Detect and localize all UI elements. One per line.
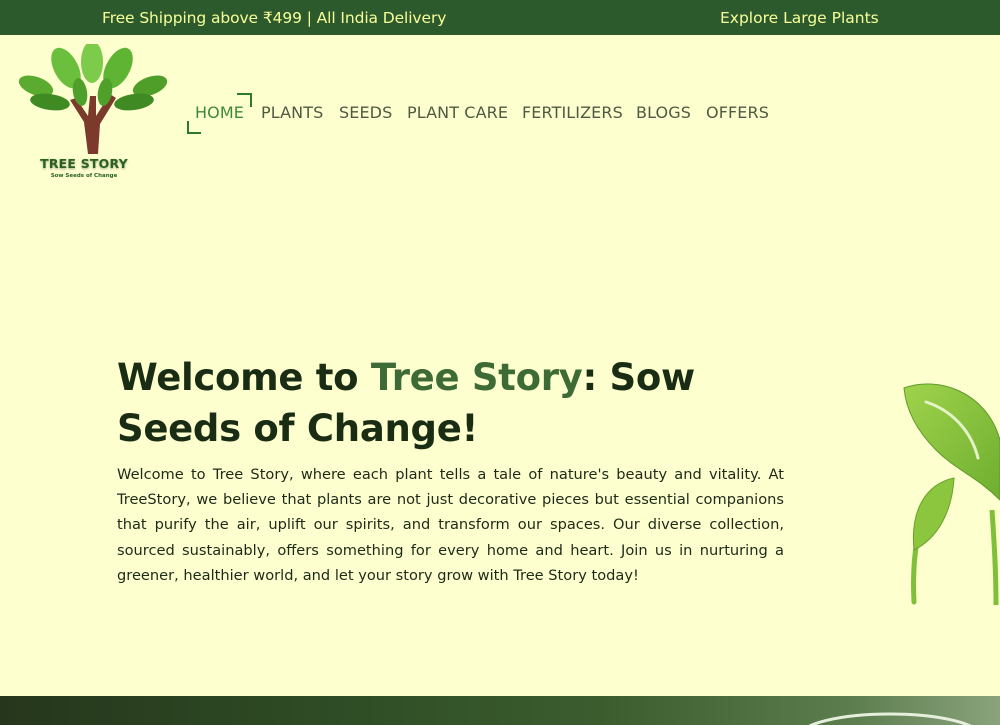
hero-title: Welcome to Tree Story: Sow Seeds of Chan… — [117, 352, 797, 454]
logo-title: TREE STORY — [40, 156, 128, 171]
nav-fertilizers[interactable]: FERTILIZERS — [522, 103, 623, 122]
explore-large-plants-link[interactable]: Explore Large Plants — [720, 0, 879, 35]
page: Free Shipping above ₹499 | All India Del… — [0, 0, 1000, 725]
nav-seeds[interactable]: SEEDS — [339, 103, 392, 122]
shipping-notice: Free Shipping above ₹499 | All India Del… — [102, 9, 447, 27]
nav-home[interactable]: HOME — [195, 103, 244, 122]
nav-plants[interactable]: PLANTS — [261, 103, 323, 122]
hero-title-accent: Tree Story — [370, 356, 583, 399]
nav-active-corner-bottom — [187, 121, 201, 134]
nav-offers[interactable]: OFFERS — [706, 103, 769, 122]
tree-story-logo[interactable]: TREE STORY Sow Seeds of Change — [10, 41, 174, 186]
hero-title-part1: Welcome to — [117, 356, 371, 399]
sprout-illustration — [903, 383, 1000, 606]
tree-logo-icon — [18, 41, 168, 154]
hero-banner-image — [0, 696, 1000, 725]
nav-plant-care[interactable]: PLANT CARE — [407, 103, 508, 122]
leaf-image-icon — [808, 712, 972, 725]
logo-tagline: Sow Seeds of Change — [50, 173, 118, 179]
announcement-bar: Free Shipping above ₹499 | All India Del… — [0, 0, 1000, 35]
hero-paragraph: Welcome to Tree Story, where each plant … — [117, 466, 784, 584]
nav-blogs[interactable]: BLOGS — [636, 103, 691, 122]
